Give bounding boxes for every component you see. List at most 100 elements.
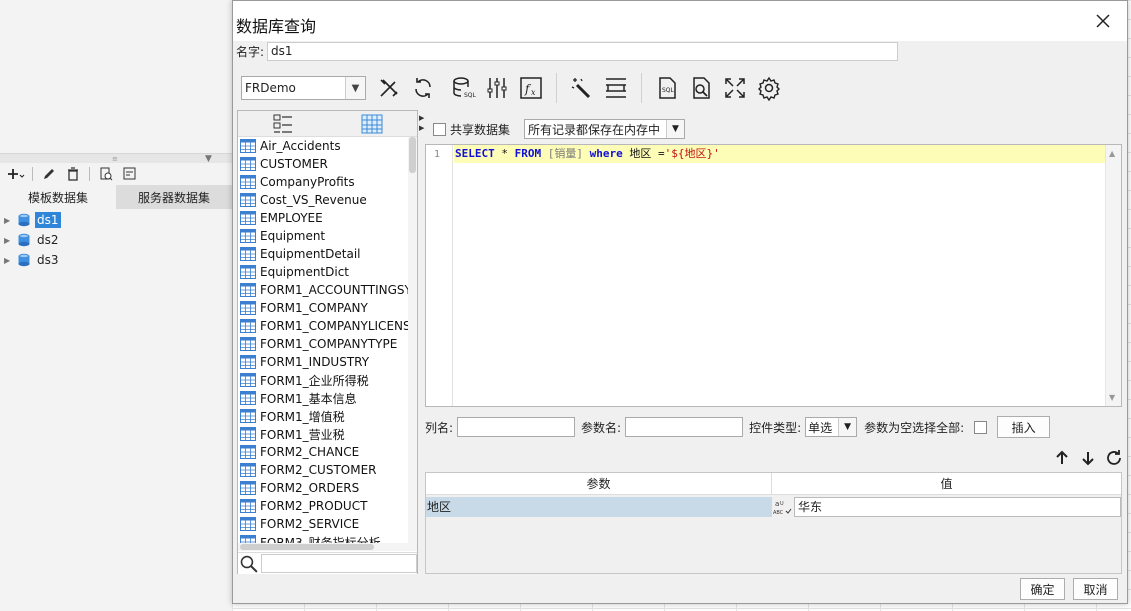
table-item[interactable]: FORM1_COMPANY [238,299,408,317]
search-icon [240,555,258,573]
table-icon [240,229,256,243]
param-name-input[interactable] [625,417,744,437]
table-item[interactable]: FORM2_ORDERS [238,479,408,497]
table-item[interactable]: FORM1_INDUSTRY [238,353,408,371]
column-width-button[interactable] [599,72,633,104]
table-name: CUSTOMER [260,157,328,171]
close-icon[interactable] [1093,11,1113,31]
scroll-up-icon[interactable]: ▲ [1109,149,1115,158]
delete-icon[interactable] [63,164,83,184]
table-list-horizontal-scrollbar[interactable] [238,543,417,551]
edit-connection-button[interactable] [372,72,406,104]
filter-settings-button[interactable] [480,72,514,104]
expand-arrow-icon[interactable]: ▶ [4,236,16,245]
table-item[interactable]: FORM2_CUSTOMER [238,461,408,479]
settings-button[interactable] [752,72,786,104]
chevron-down-icon[interactable]: ▼ [345,77,365,99]
table-item[interactable]: FORM1_COMPANYTYPE [238,335,408,353]
connection-select[interactable]: FRDemo ▼ [241,76,366,100]
tab-list-view[interactable] [238,111,328,136]
header-value: 值 [940,477,953,491]
dataset-tree: ▶ ds1 ▶ ds2 ▶ ds3 [0,210,232,270]
expand-arrow-icon[interactable]: ▶ [4,216,16,225]
table-item[interactable]: FORM1_基本信息 [238,389,408,407]
table-row[interactable]: 地区 a U ABC 华东 [426,497,1121,517]
chevron-down-icon[interactable]: ▼ [666,120,685,138]
refresh-button[interactable] [406,72,440,104]
sql-file-button[interactable]: SQL [650,72,684,104]
dataset-property-icon[interactable] [120,164,140,184]
table-item[interactable]: FORM1_COMPANYLICENS [238,317,408,335]
preview-dataset-icon[interactable] [96,164,116,184]
magic-wand-button[interactable] [565,72,599,104]
table-item[interactable]: CUSTOMER [238,155,408,173]
table-name: CompanyProfits [260,175,355,189]
sql-database-button[interactable]: SQL [446,72,480,104]
scroll-down-icon[interactable]: ▼ [1109,393,1115,402]
database-icon [18,213,30,227]
expand-button[interactable] [718,72,752,104]
add-dataset-icon[interactable] [6,164,26,184]
table-item[interactable]: FORM1_增值税 [238,407,408,425]
table-item[interactable]: FORM1_ACCOUNTTINGSY [238,281,408,299]
memory-mode-select[interactable]: 所有记录都保存在内存中 ▼ [524,119,686,139]
svg-text:a: a [775,500,779,508]
table-item[interactable]: Cost_VS_Revenue [238,191,408,209]
column-name-input[interactable] [457,417,576,437]
dataset-item-ds3[interactable]: ▶ ds3 [0,250,232,270]
sql-editor[interactable]: 1 SELECT * FROM [销量] where 地区 ='${地区}' ▲… [425,144,1122,407]
sql-line[interactable]: SELECT * FROM [销量] where 地区 ='${地区}' [454,145,1106,163]
share-dataset-checkbox[interactable] [433,122,446,136]
table-item[interactable]: FORM2_CHANCE [238,443,408,461]
preview-button[interactable] [684,72,718,104]
dataset-item-ds2[interactable]: ▶ ds2 [0,230,232,250]
table-item[interactable]: Equipment [238,227,408,245]
tab-table-view[interactable] [328,111,418,136]
tab-server-dataset[interactable]: 服务器数据集 [116,185,232,209]
chevron-right-icon[interactable]: ▶ [419,124,424,132]
table-item[interactable]: EquipmentDict [238,263,408,281]
name-input[interactable]: ds1 [267,41,898,61]
panel-divider[interactable]: ≡ ▼ [0,153,232,164]
scroll-thumb[interactable] [240,544,374,550]
tab-template-dataset[interactable]: 模板数据集 [0,185,116,209]
sql-editor-scrollbar[interactable]: ▲ ▼ [1105,145,1121,406]
scroll-thumb[interactable] [409,137,416,173]
formula-button[interactable]: fx [514,72,548,104]
edit-icon[interactable] [39,164,59,184]
arrow-up-icon[interactable] [1053,449,1071,467]
connection-value: FRDemo [245,81,296,95]
cancel-button[interactable]: 取消 [1073,578,1118,600]
table-item[interactable]: FORM1_营业税 [238,425,408,443]
table-item[interactable]: FORM3_财务指标分析 [238,533,408,543]
text-type-icon[interactable]: a U ABC [772,497,794,517]
table-item[interactable]: EquipmentDetail [238,245,408,263]
table-item[interactable]: CompanyProfits [238,173,408,191]
table-item[interactable]: FORM2_SERVICE [238,515,408,533]
table-view-tabs [238,111,417,137]
arrow-down-icon[interactable] [1079,449,1097,467]
table-icon [240,499,256,513]
sql-token: * [494,147,515,160]
database-icon [18,253,30,267]
table-name: EquipmentDict [260,265,350,279]
value-input[interactable]: 华东 [794,497,1121,517]
table-item[interactable]: Air_Accidents [238,137,408,155]
select-all-checkbox[interactable] [974,420,988,434]
table-list-vertical-scrollbar[interactable] [408,137,417,543]
refresh-icon[interactable] [1105,449,1123,467]
insert-button[interactable]: 插入 [997,416,1051,438]
chevron-down-icon[interactable]: ▼ [838,418,857,436]
chevron-right-icon[interactable]: ▶ [419,114,424,122]
param-cell[interactable]: 地区 [426,497,772,517]
dataset-item-ds1[interactable]: ▶ ds1 [0,210,232,230]
table-item[interactable]: FORM2_PRODUCT [238,497,408,515]
sql-token: FROM [514,147,542,160]
control-type-select[interactable]: 单选 ▼ [805,417,858,437]
search-input[interactable] [260,554,417,573]
expand-icon [725,78,745,98]
table-item[interactable]: EMPLOYEE [238,209,408,227]
table-item[interactable]: FORM1_企业所得税 [238,371,408,389]
expand-arrow-icon[interactable]: ▶ [4,256,16,265]
ok-button[interactable]: 确定 [1020,578,1065,600]
